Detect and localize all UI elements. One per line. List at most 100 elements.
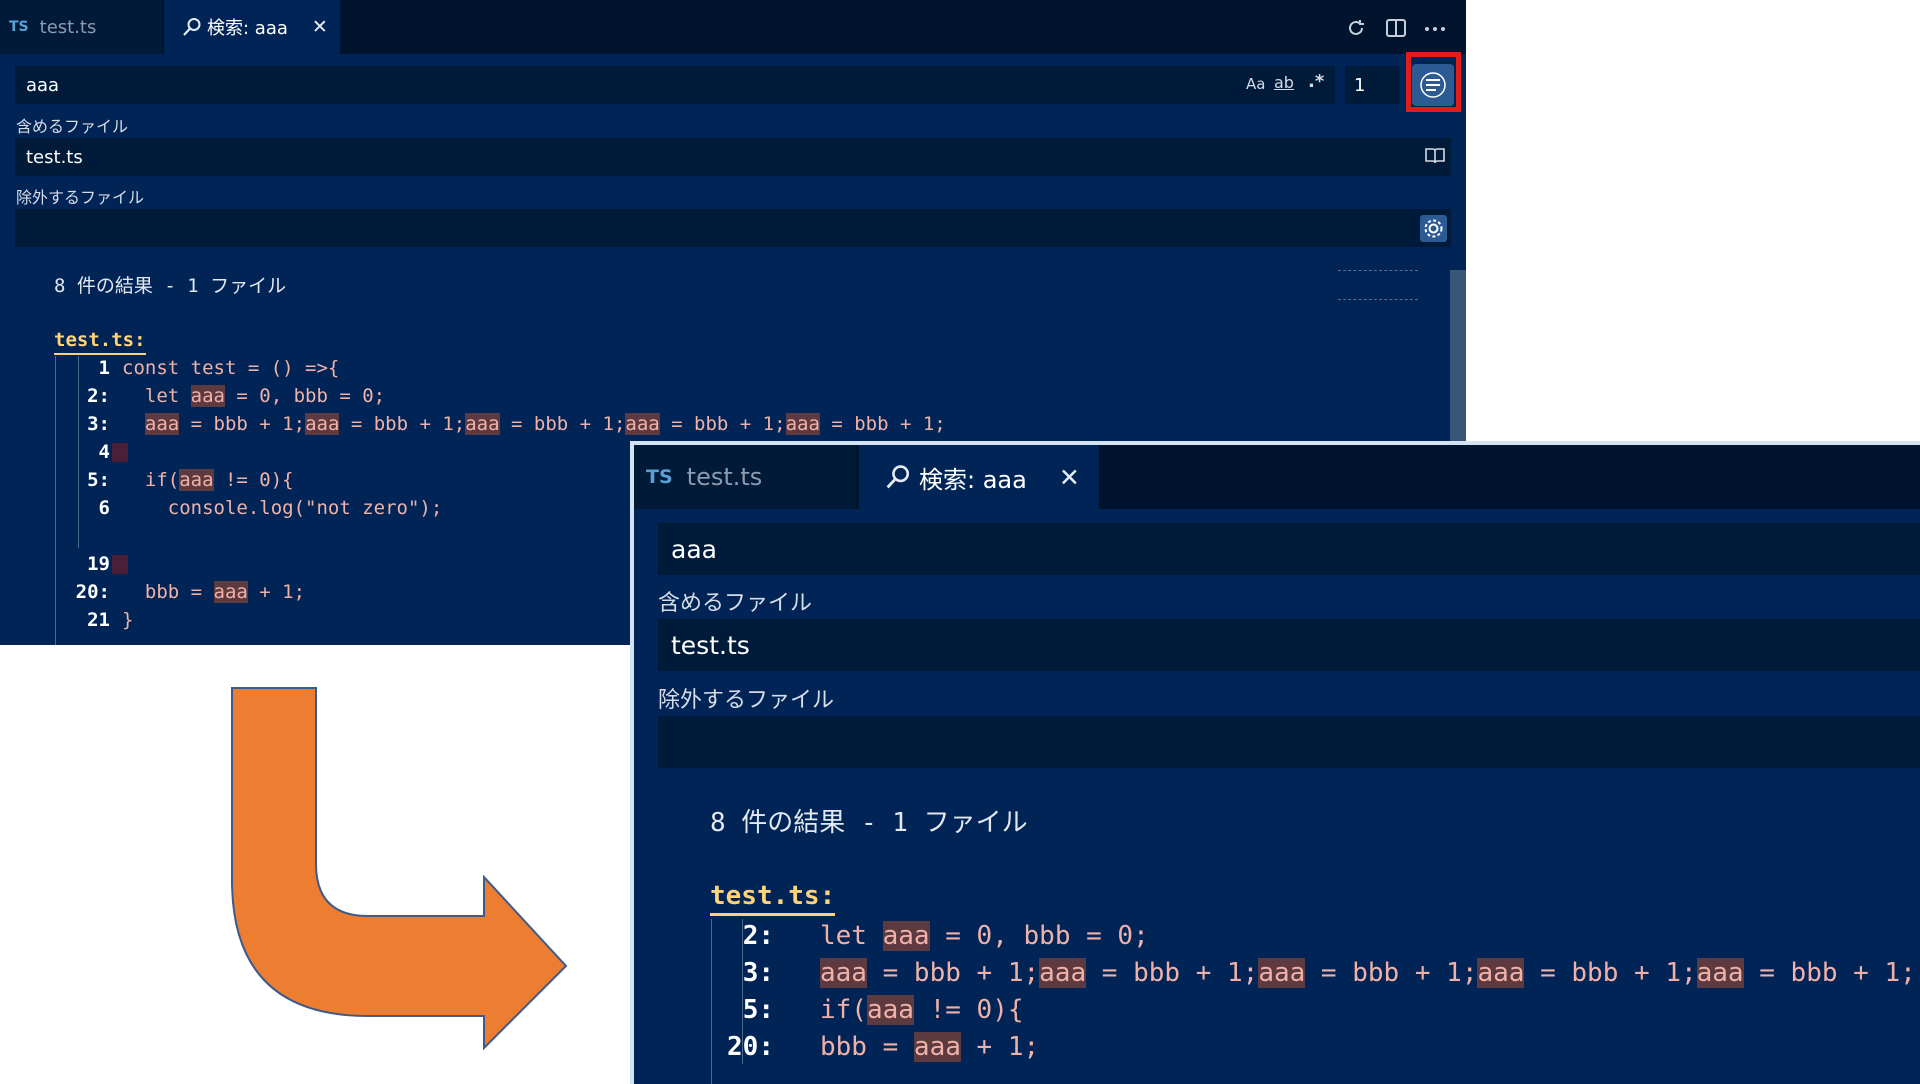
exclude-files-input[interactable]	[658, 716, 1920, 768]
line-number: 2:	[87, 385, 110, 407]
tab-test-ts[interactable]: TS test.ts	[634, 445, 856, 509]
context-line-marker	[112, 555, 128, 574]
context-lines-input[interactable]: 1	[1345, 66, 1400, 104]
include-label: 含めるファイル	[16, 117, 129, 136]
code-text: let	[122, 385, 191, 407]
tab-bar: TS test.ts 検索: aaa ✕	[634, 445, 1920, 509]
search-match: aaa	[625, 413, 660, 435]
match-case-icon[interactable]: Aa	[1246, 75, 1265, 93]
line-number: 5:	[87, 469, 110, 491]
open-editors-only-icon[interactable]	[1424, 146, 1446, 166]
result-line[interactable]: 5: if(aaa != 0){	[724, 992, 1916, 1029]
search-icon	[886, 465, 910, 489]
search-match: aaa	[882, 921, 930, 951]
whole-word-icon[interactable]: ab	[1274, 73, 1294, 92]
line-number: 21	[87, 609, 110, 631]
exclude-label: 除外するファイル	[658, 688, 835, 713]
exclude-files-input[interactable]	[15, 209, 1451, 247]
results-summary: 8 件の結果 - 1 ファイル	[54, 275, 287, 297]
code-text: = bbb + 1;	[1524, 958, 1697, 988]
code-text: = 0, bbb = 0;	[224, 385, 386, 407]
line-number: 20:	[727, 1032, 774, 1062]
code-text: const test = () =>{	[122, 357, 340, 379]
code-text: = bbb + 1;	[1743, 958, 1916, 988]
minimap	[1338, 270, 1418, 300]
gear-icon	[1424, 219, 1443, 238]
code-text: if(	[820, 995, 867, 1025]
code-text: = bbb + 1;	[499, 413, 626, 435]
search-match: aaa	[465, 413, 500, 435]
code-text: = bbb + 1;	[179, 413, 306, 435]
line-number: 6	[98, 497, 110, 519]
include-files-input[interactable]: test.ts	[15, 138, 1451, 176]
search-match: aaa	[144, 413, 180, 435]
result-lines: 2: let aaa = 0, bbb = 0; 3: aaa = bbb + 1;a…	[724, 918, 1916, 1066]
tab-label: test.ts	[686, 463, 763, 491]
include-label: 含めるファイル	[658, 591, 813, 616]
search-input-value: aaa	[671, 534, 717, 564]
result-file-name[interactable]: test.ts:	[710, 879, 836, 916]
typescript-icon: TS	[646, 466, 673, 488]
search-match: aaa	[1696, 958, 1744, 988]
include-files-input[interactable]: test.ts	[658, 619, 1920, 671]
result-line[interactable]: 1 const test = () =>{	[70, 354, 946, 382]
close-icon[interactable]: ✕	[312, 16, 328, 38]
search-match: aaa	[1477, 958, 1525, 988]
refresh-icon[interactable]	[1345, 17, 1367, 39]
code-text: }	[122, 609, 134, 631]
use-exclude-settings-button[interactable]	[1420, 215, 1447, 242]
regex-icon[interactable]: .*	[1308, 71, 1324, 92]
code-text: + 1;	[247, 581, 306, 603]
exclude-label: 除外するファイル	[16, 188, 145, 207]
more-icon[interactable]	[1423, 17, 1447, 39]
line-number: 5:	[742, 995, 774, 1025]
code-text: != 0){	[213, 469, 294, 491]
search-input[interactable]: aaa	[658, 523, 1920, 575]
search-match: aaa	[305, 413, 340, 435]
result-line[interactable]: 2: let aaa = 0, bbb = 0;	[724, 918, 1916, 955]
code-text: = bbb + 1;	[819, 413, 946, 435]
arrow-shape	[231, 687, 568, 1050]
context-line-marker	[112, 443, 128, 462]
search-match: aaa	[213, 581, 248, 603]
code-text: = 0, bbb = 0;	[929, 921, 1149, 951]
close-icon[interactable]: ✕	[1059, 463, 1080, 492]
line-number: 3:	[742, 958, 774, 988]
code-text: let	[820, 921, 883, 951]
split-editor-icon[interactable]	[1385, 17, 1407, 39]
search-match: aaa	[913, 1032, 961, 1062]
code-text: = bbb + 1;	[1305, 958, 1478, 988]
search-input-value: aaa	[26, 74, 60, 96]
search-match: aaa	[866, 995, 914, 1025]
code-text: = bbb + 1;	[866, 958, 1040, 988]
search-match: aaa	[1258, 958, 1306, 988]
line-number: 1	[98, 357, 110, 379]
tab-label: 検索: aaa	[919, 465, 1027, 494]
highlight-frame	[1406, 52, 1461, 112]
tab-bar: TS test.ts 検索: aaa ✕	[0, 0, 1466, 54]
result-line[interactable]: 20: bbb = aaa + 1;	[724, 1029, 1916, 1066]
code-text: + 1;	[960, 1032, 1040, 1062]
tab-search[interactable]: 検索: aaa ✕	[164, 0, 340, 54]
tab-search[interactable]: 検索: aaa ✕	[859, 445, 1099, 509]
result-line[interactable]: 3: aaa = bbb + 1;aaa = bbb + 1;aaa = bbb …	[724, 955, 1916, 992]
code-text: = bbb + 1;	[659, 413, 786, 435]
code-text: = bbb + 1;	[1086, 958, 1259, 988]
result-line[interactable]: 2: let aaa = 0, bbb = 0;	[70, 382, 946, 410]
line-number: 2:	[742, 921, 774, 951]
search-editor-after: TS test.ts 検索: aaa ✕ aaa 含めるファイル test.ts…	[630, 441, 1920, 1084]
result-line[interactable]: 3: aaa = bbb + 1;aaa = bbb + 1;aaa = bbb…	[70, 410, 946, 438]
result-file-name[interactable]: test.ts:	[54, 327, 146, 355]
tab-test-ts[interactable]: TS test.ts	[0, 0, 162, 54]
search-match: aaa	[820, 958, 867, 988]
include-files-value: test.ts	[26, 146, 83, 168]
code-text: console.log("not zero");	[122, 497, 443, 519]
line-number: 20:	[75, 581, 110, 603]
tab-label: 検索: aaa	[207, 18, 288, 39]
code-text: bbb =	[122, 581, 214, 603]
search-icon	[183, 18, 201, 36]
context-lines-value: 1	[1354, 74, 1366, 96]
line-number: 19	[87, 553, 110, 575]
search-input[interactable]: aaa	[15, 66, 1335, 104]
